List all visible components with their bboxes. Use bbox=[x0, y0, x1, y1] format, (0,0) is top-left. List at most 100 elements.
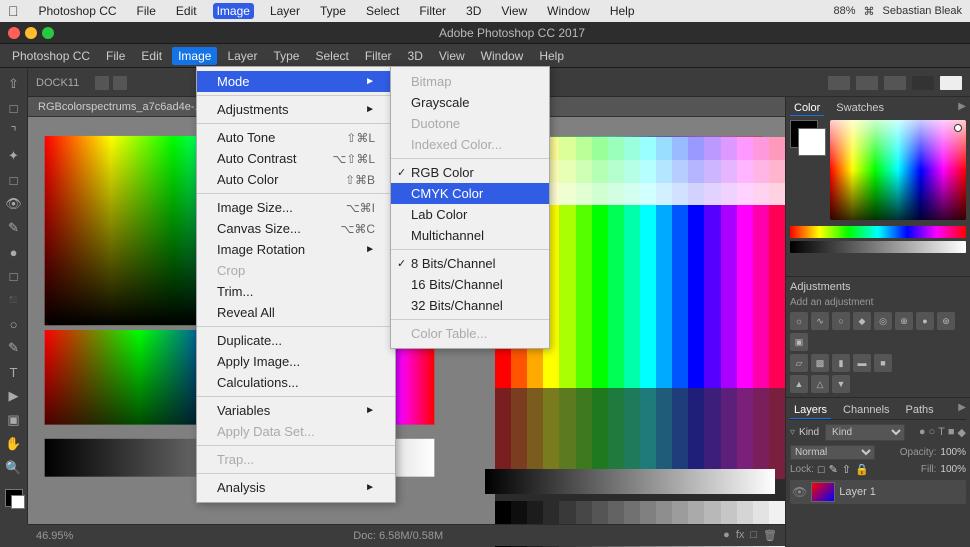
menu-analysis[interactable]: Analysis ► bbox=[197, 477, 395, 498]
swatch-cell[interactable] bbox=[511, 388, 527, 411]
swatch-cell[interactable] bbox=[721, 137, 737, 160]
swatch-cell[interactable] bbox=[624, 433, 640, 456]
swatch-cell[interactable] bbox=[688, 501, 704, 524]
path-select-tool[interactable]: ▶ bbox=[3, 385, 25, 407]
swatch-cell[interactable] bbox=[608, 160, 624, 183]
hand-tool[interactable]: ✋ bbox=[3, 433, 25, 455]
swatch-cell[interactable] bbox=[753, 388, 769, 411]
lock-transparent-icon[interactable]: □ bbox=[818, 464, 825, 476]
swatch-cell[interactable] bbox=[737, 251, 753, 274]
swatch-cell[interactable] bbox=[721, 433, 737, 456]
menu-trap[interactable]: Trap... bbox=[197, 449, 395, 470]
swatch-cell[interactable] bbox=[559, 365, 575, 388]
swatch-cell[interactable] bbox=[576, 433, 592, 456]
swatch-cell[interactable] bbox=[656, 205, 672, 228]
swatch-cell[interactable] bbox=[495, 501, 511, 524]
magic-wand-tool[interactable]: ✦ bbox=[3, 145, 25, 167]
color-strip[interactable] bbox=[790, 226, 966, 238]
menubar-filter[interactable]: Filter bbox=[415, 3, 450, 19]
swatch-cell[interactable] bbox=[624, 365, 640, 388]
menubar-help[interactable]: Help bbox=[606, 3, 639, 19]
swatch-cell[interactable] bbox=[640, 137, 656, 160]
menubar-window[interactable]: Window bbox=[543, 3, 594, 19]
swatch-cell[interactable] bbox=[704, 501, 720, 524]
swatch-cell[interactable] bbox=[704, 160, 720, 183]
colorbalance-adj[interactable]: ⊕ bbox=[895, 312, 913, 330]
swatch-cell[interactable] bbox=[608, 296, 624, 319]
selective-color-adj[interactable]: ■ bbox=[874, 354, 892, 372]
swatch-cell[interactable] bbox=[672, 137, 688, 160]
crop-tool[interactable]: □ bbox=[3, 169, 25, 191]
maximize-button[interactable] bbox=[42, 27, 54, 39]
swatch-cell[interactable] bbox=[543, 433, 559, 456]
menubar-edit[interactable]: Edit bbox=[172, 3, 201, 19]
swatch-cell[interactable] bbox=[608, 410, 624, 433]
swatch-cell[interactable] bbox=[576, 501, 592, 524]
swatch-cell[interactable] bbox=[559, 296, 575, 319]
swatch-cell[interactable] bbox=[592, 251, 608, 274]
swatch-cell[interactable] bbox=[592, 410, 608, 433]
ps-menu-layer[interactable]: Layer bbox=[221, 47, 263, 65]
swatch-cell[interactable] bbox=[704, 342, 720, 365]
swatch-cell[interactable] bbox=[543, 388, 559, 411]
menu-auto-contrast[interactable]: Auto Contrast ⌥⇧⌘L bbox=[197, 148, 395, 169]
menubar-view[interactable]: View bbox=[497, 3, 531, 19]
swatch-cell[interactable] bbox=[640, 388, 656, 411]
swatch-cell[interactable] bbox=[608, 183, 624, 206]
swatch-cell[interactable] bbox=[704, 274, 720, 297]
swatch-cell[interactable] bbox=[592, 388, 608, 411]
swatch-cell[interactable] bbox=[592, 228, 608, 251]
swatch-cell[interactable] bbox=[688, 410, 704, 433]
swatch-cell[interactable] bbox=[576, 410, 592, 433]
swatch-cell[interactable] bbox=[656, 501, 672, 524]
swatch-cell[interactable] bbox=[656, 228, 672, 251]
swatch-cell[interactable] bbox=[656, 160, 672, 183]
swatch-cell[interactable] bbox=[527, 388, 543, 411]
swatch-cell[interactable] bbox=[608, 137, 624, 160]
swatch-cell[interactable] bbox=[624, 205, 640, 228]
swatch-cell[interactable] bbox=[624, 251, 640, 274]
hsl-adj[interactable]: ◎ bbox=[874, 312, 892, 330]
swatch-cell[interactable] bbox=[608, 228, 624, 251]
marquee-tool[interactable]: □ bbox=[3, 97, 25, 119]
swatch-cell[interactable] bbox=[704, 433, 720, 456]
swatch-cell[interactable] bbox=[704, 388, 720, 411]
swatch-cell[interactable] bbox=[753, 205, 769, 228]
swatch-cell[interactable] bbox=[608, 433, 624, 456]
swatch-cell[interactable] bbox=[592, 274, 608, 297]
swatch-cell[interactable] bbox=[672, 274, 688, 297]
swatch-cell[interactable] bbox=[527, 501, 543, 524]
swatch-cell[interactable] bbox=[688, 205, 704, 228]
swatch-cell[interactable] bbox=[640, 183, 656, 206]
menubar-select[interactable]: Select bbox=[362, 3, 403, 19]
swatch-cell[interactable] bbox=[559, 228, 575, 251]
swatch-cell[interactable] bbox=[608, 251, 624, 274]
swatch-cell[interactable] bbox=[688, 388, 704, 411]
panel-options-icon[interactable]: ▶ bbox=[958, 101, 966, 116]
swatch-cell[interactable] bbox=[543, 365, 559, 388]
menubar-layer[interactable]: Layer bbox=[266, 3, 304, 19]
ps-menu-select[interactable]: Select bbox=[309, 47, 354, 65]
swatch-cell[interactable] bbox=[543, 410, 559, 433]
menu-apply-image[interactable]: Apply Image... bbox=[197, 351, 395, 372]
swatch-cell[interactable] bbox=[640, 319, 656, 342]
swatch-cell[interactable] bbox=[721, 228, 737, 251]
swatch-cell[interactable] bbox=[527, 410, 543, 433]
swatch-cell[interactable] bbox=[721, 183, 737, 206]
channels-tab[interactable]: Channels bbox=[839, 402, 893, 419]
swatch-cell[interactable] bbox=[640, 205, 656, 228]
ps-menu-type[interactable]: Type bbox=[267, 47, 305, 65]
swatch-cell[interactable] bbox=[704, 183, 720, 206]
swatch-cell[interactable] bbox=[624, 410, 640, 433]
swatch-cell[interactable] bbox=[672, 319, 688, 342]
swatch-cell[interactable] bbox=[688, 137, 704, 160]
swatch-cell[interactable] bbox=[559, 433, 575, 456]
brush-tool[interactable]: ✎ bbox=[3, 217, 25, 239]
fill-value[interactable]: 100% bbox=[940, 464, 966, 475]
channelmixer-adj[interactable]: ⊛ bbox=[937, 312, 955, 330]
swatch-cell[interactable] bbox=[592, 183, 608, 206]
menu-adjustments[interactable]: Adjustments ► bbox=[197, 99, 395, 120]
swatch-cell[interactable] bbox=[769, 251, 785, 274]
zoom-tool[interactable]: 🔍 bbox=[3, 457, 25, 479]
swatch-cell[interactable] bbox=[753, 296, 769, 319]
